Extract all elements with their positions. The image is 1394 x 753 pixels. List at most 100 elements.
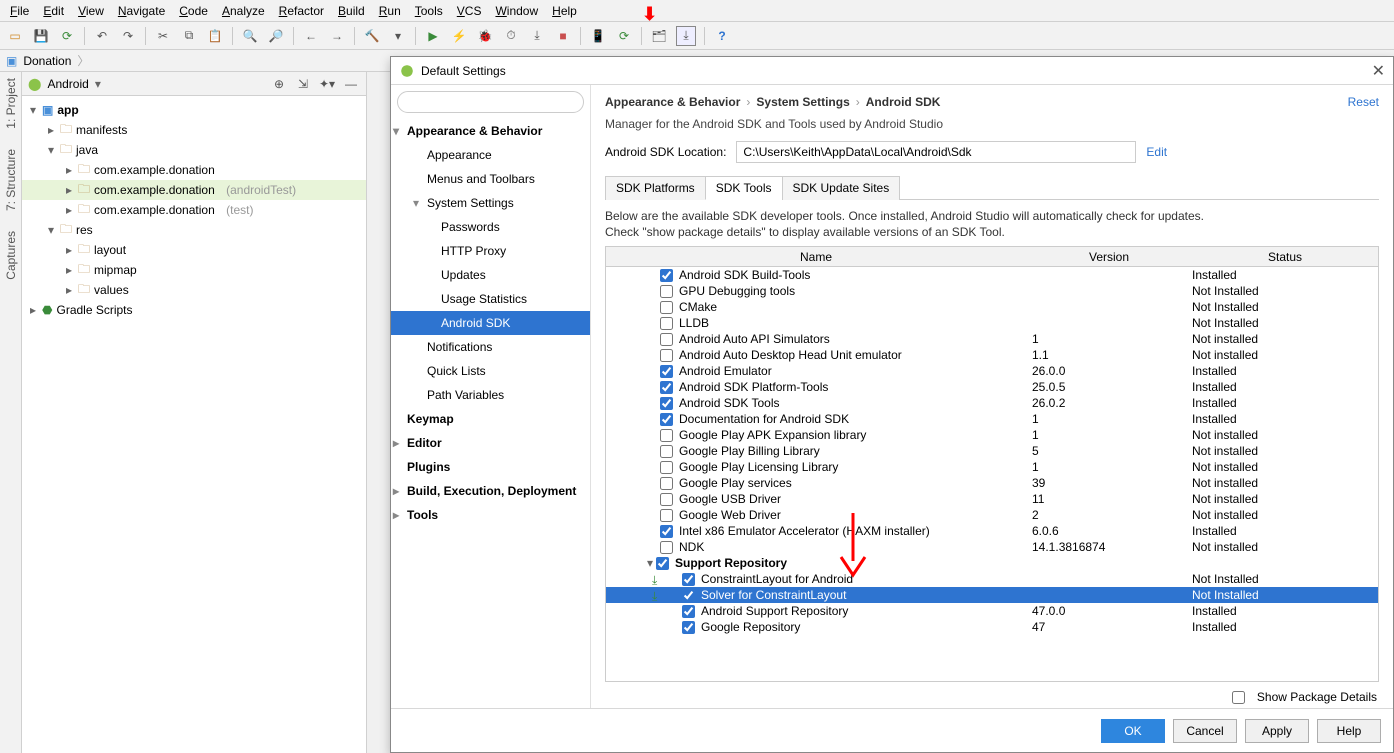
close-icon[interactable]: ✕ (1372, 61, 1385, 81)
sdk-row[interactable]: Google Play Billing Library5Not installe… (606, 443, 1378, 459)
sdk-item-checkbox[interactable] (682, 589, 695, 602)
run-icon[interactable]: ▶ (424, 27, 442, 45)
cat-menus-toolbars[interactable]: Menus and Toolbars (391, 167, 590, 191)
hide-icon[interactable]: — (342, 75, 360, 93)
sdk-row[interactable]: Android SDK Build-ToolsInstalled (606, 267, 1378, 283)
menu-vcs[interactable]: VCS (451, 2, 488, 20)
sdk-manager-icon[interactable]: ⤓ (676, 26, 696, 46)
project-structure-icon[interactable]: 🗂 (650, 27, 668, 45)
cat-http-proxy[interactable]: HTTP Proxy (391, 239, 590, 263)
apply-changes-icon[interactable]: ⚡ (450, 27, 468, 45)
node-java[interactable]: java (76, 143, 98, 157)
sdk-row[interactable]: Android Support Repository47.0.0Installe… (606, 603, 1378, 619)
undo-icon[interactable]: ↶ (93, 27, 111, 45)
module-app[interactable]: app (57, 103, 78, 117)
menu-file[interactable]: File (4, 2, 35, 20)
cancel-button[interactable]: Cancel (1173, 719, 1237, 743)
sdk-item-checkbox[interactable] (660, 301, 673, 314)
cat-usage-stats[interactable]: Usage Statistics (391, 287, 590, 311)
attach-icon[interactable]: ⤓ (528, 27, 546, 45)
sdk-item-checkbox[interactable] (660, 397, 673, 410)
open-icon[interactable]: ▭ (6, 27, 24, 45)
tab-sdk-update-sites[interactable]: SDK Update Sites (782, 176, 901, 200)
sdk-row[interactable]: NDK14.1.3816874Not installed (606, 539, 1378, 555)
sdk-location-edit-link[interactable]: Edit (1146, 145, 1167, 159)
sdk-item-checkbox[interactable] (660, 285, 673, 298)
sdk-item-checkbox[interactable] (660, 381, 673, 394)
cut-icon[interactable]: ✂ (154, 27, 172, 45)
make-icon[interactable]: 🔨 (363, 27, 381, 45)
sdk-item-checkbox[interactable] (660, 541, 673, 554)
redo-icon[interactable]: ↷ (119, 27, 137, 45)
save-icon[interactable]: 💾 (32, 27, 50, 45)
paste-icon[interactable]: 📋 (206, 27, 224, 45)
locate-icon[interactable]: ⊕ (270, 75, 288, 93)
rail-structure-tab[interactable]: 7: Structure (4, 149, 18, 211)
cat-build-exec[interactable]: ▸Build, Execution, Deployment (391, 479, 590, 503)
sdk-row[interactable]: Google USB Driver11Not installed (606, 491, 1378, 507)
sdk-row[interactable]: Google Play services39Not installed (606, 475, 1378, 491)
node-res[interactable]: res (76, 223, 93, 237)
sdk-item-checkbox[interactable] (660, 477, 673, 490)
cat-appearance[interactable]: Appearance (391, 143, 590, 167)
zoom-out-icon[interactable]: 🔎 (267, 27, 285, 45)
sdk-row[interactable]: ⤓Solver for ConstraintLayoutNot Installe… (606, 587, 1378, 603)
back-icon[interactable]: ← (302, 27, 320, 45)
sdk-item-checkbox[interactable] (660, 317, 673, 330)
project-tree[interactable]: ▾▣app ▸🗀manifests ▾🗀java ▸🗀com.example.d… (22, 96, 366, 753)
cat-passwords[interactable]: Passwords (391, 215, 590, 239)
apply-button[interactable]: Apply (1245, 719, 1309, 743)
gear-icon[interactable]: ✦▾ (318, 75, 336, 93)
cat-editor[interactable]: ▸Editor (391, 431, 590, 455)
cat-appearance-behavior[interactable]: ▾Appearance & Behavior (391, 119, 590, 143)
sdk-item-checkbox[interactable] (682, 621, 695, 634)
node-pkg3[interactable]: com.example.donation (94, 203, 215, 217)
node-layout[interactable]: layout (94, 243, 126, 257)
col-header-name[interactable]: Name (606, 250, 1026, 264)
node-mipmap[interactable]: mipmap (94, 263, 137, 277)
sdk-item-checkbox[interactable] (660, 333, 673, 346)
menu-build[interactable]: Build (332, 2, 371, 20)
cat-plugins[interactable]: Plugins (391, 455, 590, 479)
rail-project-tab[interactable]: 1: Project (4, 78, 18, 129)
sdk-item-checkbox[interactable] (682, 573, 695, 586)
copy-icon[interactable]: ⧉ (180, 27, 198, 45)
stop-icon[interactable]: ■ (554, 27, 572, 45)
sdk-item-checkbox[interactable] (660, 349, 673, 362)
sdk-row[interactable]: Google Repository47Installed (606, 619, 1378, 635)
sdk-row[interactable]: Android Auto Desktop Head Unit emulator1… (606, 347, 1378, 363)
forward-icon[interactable]: → (328, 27, 346, 45)
show-package-details-checkbox[interactable] (1232, 691, 1245, 704)
sdk-item-checkbox[interactable] (660, 461, 673, 474)
sdk-location-input[interactable] (736, 141, 1136, 163)
sdk-row[interactable]: LLDBNot Installed (606, 315, 1378, 331)
menu-refactor[interactable]: Refactor (273, 2, 330, 20)
sdk-row[interactable]: Google Web Driver2Not installed (606, 507, 1378, 523)
avd-icon[interactable]: 📱 (589, 27, 607, 45)
sdk-item-checkbox[interactable] (660, 525, 673, 538)
sdk-row[interactable]: Google Play Licensing Library1Not instal… (606, 459, 1378, 475)
gradle-sync-icon[interactable]: ⟳ (615, 27, 633, 45)
menu-navigate[interactable]: Navigate (112, 2, 171, 20)
cat-keymap[interactable]: Keymap (391, 407, 590, 431)
sdk-row[interactable]: Android SDK Platform-Tools25.0.5Installe… (606, 379, 1378, 395)
menu-view[interactable]: View (72, 2, 110, 20)
rail-captures-tab[interactable]: Captures (4, 231, 18, 280)
sdk-item-checkbox[interactable] (660, 509, 673, 522)
sdk-row[interactable]: Android SDK Tools26.0.2Installed (606, 395, 1378, 411)
sdk-item-checkbox[interactable] (682, 605, 695, 618)
sdk-row[interactable]: Documentation for Android SDK1Installed (606, 411, 1378, 427)
expander-icon[interactable]: ▾ (644, 556, 656, 570)
ok-button[interactable]: OK (1101, 719, 1165, 743)
menu-edit[interactable]: Edit (37, 2, 70, 20)
tab-sdk-platforms[interactable]: SDK Platforms (605, 176, 706, 200)
menu-tools[interactable]: Tools (409, 2, 449, 20)
menu-analyze[interactable]: Analyze (216, 2, 271, 20)
sync-icon[interactable]: ⟳ (58, 27, 76, 45)
menu-run[interactable]: Run (373, 2, 407, 20)
breadcrumb-project[interactable]: Donation (23, 54, 71, 68)
config-select[interactable]: ▾ (389, 27, 407, 45)
tab-sdk-tools[interactable]: SDK Tools (705, 176, 783, 200)
reset-link[interactable]: Reset (1348, 95, 1379, 109)
node-values[interactable]: values (94, 283, 129, 297)
